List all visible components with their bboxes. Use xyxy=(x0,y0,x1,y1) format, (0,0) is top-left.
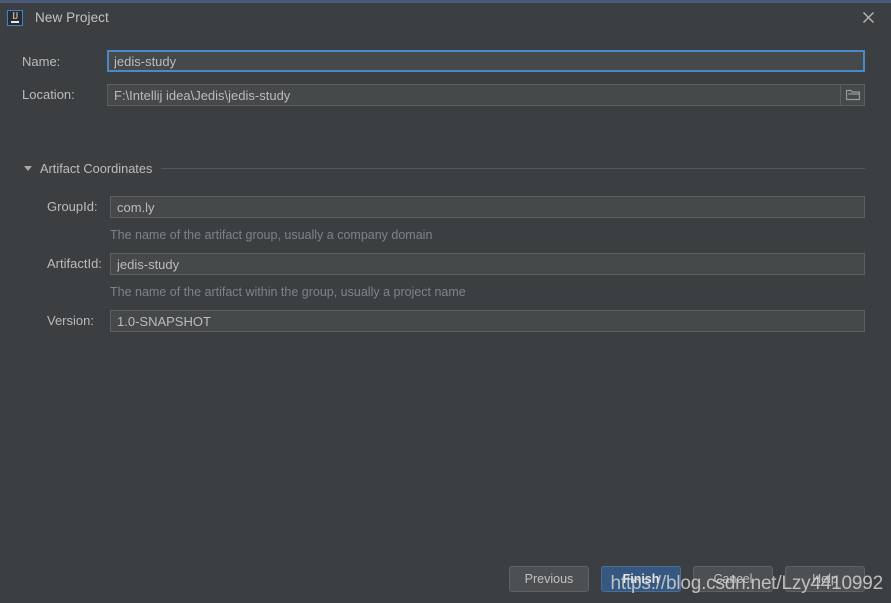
section-divider xyxy=(161,167,865,169)
groupid-hint: The name of the artifact group, usually … xyxy=(110,228,433,242)
title-bar: IJ New Project xyxy=(0,3,891,32)
folder-icon[interactable] xyxy=(841,84,865,106)
version-input[interactable] xyxy=(110,310,865,332)
artifactid-input[interactable] xyxy=(110,253,865,275)
artifact-coordinates-section-header[interactable]: Artifact Coordinates xyxy=(24,160,865,176)
intellij-idea-icon: IJ xyxy=(7,9,23,26)
close-icon-glyph xyxy=(862,12,874,23)
dialog-content: Name: Location: Artifact Coordinates Gro… xyxy=(0,32,891,603)
app-icon-underline xyxy=(11,20,19,23)
location-label: Location: xyxy=(22,87,75,102)
finish-button[interactable]: Finish xyxy=(601,566,681,592)
previous-button[interactable]: Previous xyxy=(509,566,589,592)
location-input[interactable] xyxy=(107,84,841,106)
folder-icon-glyph xyxy=(845,89,860,101)
artifactid-label: ArtifactId: xyxy=(47,256,102,271)
location-row xyxy=(107,84,865,106)
name-label: Name: xyxy=(22,53,61,69)
dialog-button-bar: Previous Finish Cancel Help xyxy=(0,565,891,593)
name-input[interactable] xyxy=(107,50,865,72)
artifact-coordinates-title: Artifact Coordinates xyxy=(40,160,153,176)
version-label: Version: xyxy=(47,313,94,328)
cancel-button[interactable]: Cancel xyxy=(693,566,773,592)
help-button[interactable]: Help xyxy=(785,566,865,592)
groupid-label: GroupId: xyxy=(47,199,98,214)
close-icon[interactable] xyxy=(845,3,891,32)
groupid-input[interactable] xyxy=(110,196,865,218)
artifactid-hint: The name of the artifact within the grou… xyxy=(110,285,466,299)
chevron-down-icon[interactable] xyxy=(24,165,32,171)
window-title: New Project xyxy=(35,10,109,25)
name-row: Name: xyxy=(0,50,891,72)
new-project-dialog: IJ New Project Name: L xyxy=(0,0,891,603)
